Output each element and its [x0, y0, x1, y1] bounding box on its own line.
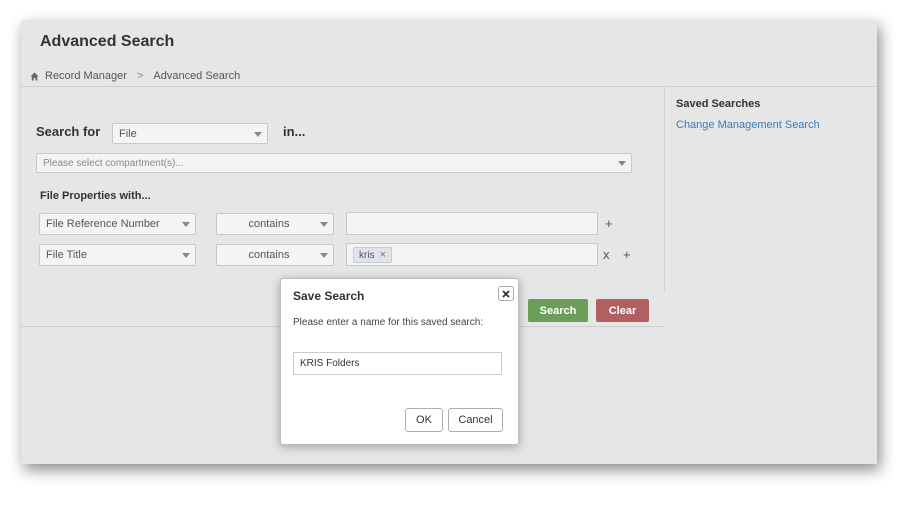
search-for-label: Search for — [36, 124, 101, 139]
tag-kris: kris × — [353, 247, 392, 263]
chevron-down-icon — [320, 253, 328, 258]
page-title: Advanced Search — [40, 33, 175, 50]
breadcrumb: Record Manager > Advanced Search — [30, 70, 240, 82]
value-input[interactable] — [346, 212, 598, 235]
operator-select[interactable]: contains — [216, 213, 334, 235]
file-properties-label: File Properties with... — [40, 190, 151, 202]
tag-label: kris — [359, 249, 375, 261]
chevron-down-icon — [618, 161, 626, 166]
cancel-button[interactable]: Cancel — [448, 408, 503, 432]
add-row-button[interactable]: + — [623, 247, 631, 262]
operator-value: contains — [248, 249, 290, 261]
operator-select[interactable]: contains — [216, 244, 334, 266]
dialog-title: Save Search — [293, 289, 365, 303]
breadcrumb-advanced-search: Advanced Search — [153, 70, 241, 82]
property-select[interactable]: File Reference Number — [39, 213, 196, 235]
value-tag-input[interactable]: kris × — [346, 243, 598, 266]
saved-searches-title: Saved Searches — [676, 98, 761, 110]
add-row-button[interactable]: + — [605, 216, 613, 231]
clear-button[interactable]: Clear — [596, 299, 649, 322]
compartment-select[interactable]: Please select compartment(s)... — [36, 153, 632, 173]
property-select[interactable]: File Title — [39, 244, 196, 266]
chevron-down-icon — [320, 222, 328, 227]
close-icon[interactable] — [498, 286, 514, 301]
record-type-value: File — [119, 127, 137, 140]
save-search-dialog: Save Search Please enter a name for this… — [280, 278, 519, 445]
tag-remove-icon[interactable]: × — [380, 249, 386, 261]
chevron-down-icon — [182, 253, 190, 258]
property-value: File Title — [46, 249, 87, 261]
home-icon — [30, 71, 39, 81]
compartment-placeholder: Please select compartment(s)... — [43, 157, 184, 169]
header-divider — [21, 86, 877, 87]
search-name-input[interactable] — [293, 352, 502, 375]
ok-button[interactable]: OK — [405, 408, 443, 432]
chevron-down-icon — [182, 222, 190, 227]
record-type-select[interactable]: File — [112, 123, 268, 144]
chevron-down-icon — [254, 131, 262, 137]
panel-divider — [664, 86, 665, 291]
breadcrumb-record-manager[interactable]: Record Manager — [45, 70, 127, 82]
saved-search-link[interactable]: Change Management Search — [676, 119, 820, 131]
operator-value: contains — [248, 218, 290, 230]
search-button[interactable]: Search — [528, 299, 588, 322]
breadcrumb-chevron-icon: > — [136, 70, 144, 82]
dialog-prompt: Please enter a name for this saved searc… — [293, 317, 484, 328]
property-value: File Reference Number — [46, 218, 160, 230]
remove-row-button[interactable]: x — [603, 247, 610, 262]
in-label: in... — [283, 124, 306, 139]
close-x-glyph — [502, 289, 510, 298]
